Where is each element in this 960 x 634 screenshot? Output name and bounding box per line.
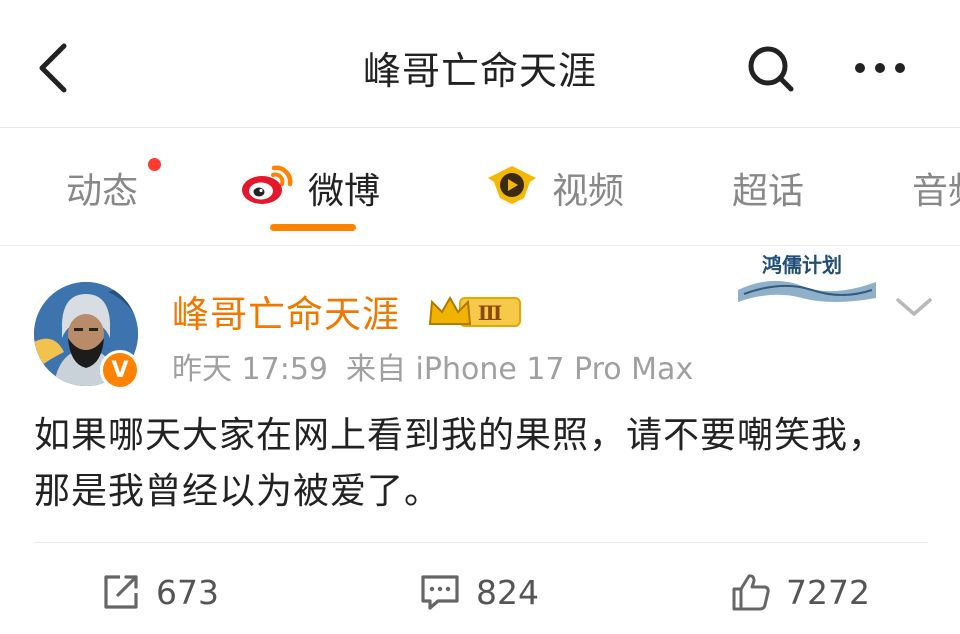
thumbs-up-icon [732, 574, 770, 611]
repost-icon [104, 575, 138, 609]
post-content: 如果哪天大家在网上看到我的果照，请不要嘲笑我，那是我曾经以为被爱了。 [34, 415, 886, 512]
search-button[interactable] [742, 40, 798, 96]
comment-icon [421, 575, 459, 610]
tab-dynamic[interactable]: 动态 [66, 158, 161, 218]
tab-label: 视频 [552, 171, 625, 212]
post-meta: 昨天 17:59 来自 iPhone 17 Pro Max [172, 344, 693, 388]
more-dots-icon [855, 63, 905, 73]
more-button[interactable] [850, 46, 910, 90]
campaign-text: 鸿儒计划 [762, 253, 842, 277]
author-name[interactable]: 峰哥亡命天涯 [172, 284, 400, 338]
post-time: 昨天 17:59 [172, 352, 328, 387]
repost-button[interactable]: 673 [100, 568, 219, 616]
weibo-logo-icon [240, 160, 296, 217]
active-tab-indicator [270, 224, 356, 231]
tab-label: 微博 [308, 171, 381, 212]
search-icon [748, 46, 794, 92]
profile-tabs: 动态 微博 视频 超话 音频 [0, 128, 960, 246]
tab-weibo[interactable]: 微博 [240, 158, 380, 218]
tab-video[interactable]: 视频 [484, 158, 624, 218]
like-count: 7272 [786, 572, 870, 612]
tab-audio[interactable]: 音频 [912, 158, 960, 218]
crown-level-icon[interactable]: Ⅲ [426, 292, 526, 332]
tab-label: 音频 [912, 171, 960, 212]
tab-label: 动态 [66, 171, 139, 212]
divider [34, 542, 928, 543]
video-badge-icon [484, 160, 540, 217]
repost-count: 673 [156, 572, 219, 612]
tab-super-topic[interactable]: 超话 [732, 158, 804, 218]
post-menu-button[interactable] [888, 288, 940, 328]
campaign-badge[interactable]: 鸿儒计划 [732, 246, 882, 306]
verified-badge: V [100, 350, 140, 390]
page-title: 峰哥亡命天涯 [362, 49, 597, 93]
unread-dot [148, 158, 161, 171]
comment-count: 824 [476, 572, 539, 612]
top-nav-bar: 峰哥亡命天涯 [0, 0, 960, 128]
post-source[interactable]: 来自 iPhone 17 Pro Max [346, 352, 693, 387]
like-button[interactable]: 7272 [730, 568, 870, 616]
comment-button[interactable]: 824 [418, 568, 539, 616]
level-text: Ⅲ [478, 301, 502, 325]
tab-label: 超话 [732, 171, 805, 212]
chevron-down-icon [896, 298, 932, 316]
